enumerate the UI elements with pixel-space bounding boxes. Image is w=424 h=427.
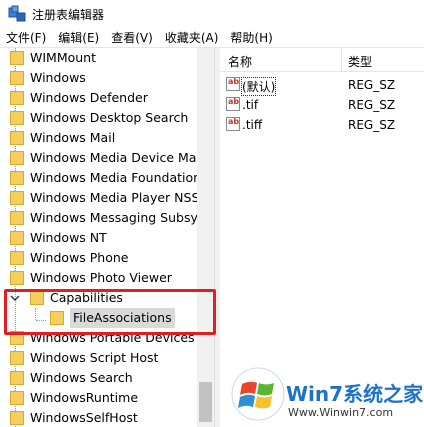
value-type: REG_SZ [348,118,396,132]
window-title: 注册表编辑器 [32,7,105,22]
tree-item[interactable]: Windows Phone [10,248,197,268]
tree-item-label: WIMMount [30,50,97,65]
string-value-icon: ab [226,97,240,111]
tree-scrollbar[interactable] [197,48,214,427]
tree-item[interactable]: WindowsRuntime [10,388,197,408]
tree-item-label: WindowsSelfHost [30,410,138,425]
tree-item-label: Windows Script Host [30,350,159,365]
tree-item[interactable]: Windows Photo Viewer [10,268,197,288]
tree-item[interactable]: Windows Media Foundation [10,168,197,188]
column-header-type[interactable]: 类型 [348,53,372,70]
folder-icon [10,251,24,265]
tree-item-label: Windows Defender [30,90,148,105]
tree-item-label: Windows Media Player NSS [30,190,197,205]
tree-item[interactable]: Windows Script Host [10,348,197,368]
tree-item[interactable]: Windows Media Player NSS [10,188,197,208]
string-value-icon-text: ab [228,77,240,86]
string-value-icon-text: ab [228,97,240,106]
watermark: Win7系统之家 Www.Winwin7.com [226,358,424,427]
watermark-brand: Win7系统之家 [286,382,424,406]
list-item[interactable]: ab .tif REG_SZ [220,95,424,115]
menu-help[interactable]: 帮助(H) [224,29,278,46]
string-value-icon-text: ab [228,117,240,126]
highlight-annotation [4,289,216,335]
tree-item-label: Windows Mail [30,130,116,145]
registry-tree: WIMMount Windows Windows Defender Windows D… [0,48,197,427]
tree-item-label: Windows Search [30,370,133,385]
tree-item[interactable]: Windows Mail [10,128,197,148]
folder-icon [10,171,24,185]
menu-bar: 文件(F) 编辑(E) 查看(V) 收藏夹(A) 帮助(H) [0,28,424,48]
folder-icon [10,51,24,65]
title-bar: 注册表编辑器 [0,0,424,28]
list-item[interactable]: ab (默认) REG_SZ [220,75,424,96]
tree-item-label: Windows Media Device Mana [30,150,197,165]
watermark-url: Www.Winwin7.com [288,406,394,419]
folder-icon [10,131,24,145]
tree-item-label: Windows Messaging Subsyst [30,210,197,225]
value-type: REG_SZ [348,98,396,112]
tree-item-label: Windows Desktop Search [30,110,189,125]
string-value-icon: ab [226,117,240,131]
folder-icon [10,271,24,285]
folder-icon [10,91,24,105]
value-name: .tif [242,98,259,112]
value-name: (默认) [240,77,277,96]
tree-item[interactable]: Windows Media Device Mana [10,148,197,168]
folder-icon [10,71,24,85]
folder-icon [10,151,24,165]
tree-item-label: Windows [30,70,86,85]
tree-item[interactable]: Windows [10,68,197,88]
tree-item[interactable]: WIMMount [10,48,197,68]
menu-favorites[interactable]: 收藏夹(A) [159,29,225,46]
tree-item-label: Windows Media Foundation [30,170,197,185]
column-header-name[interactable]: 名称 [228,53,252,70]
folder-icon [10,411,24,425]
folder-icon [10,351,24,365]
menu-view[interactable]: 查看(V) [105,29,159,46]
folder-icon [10,191,24,205]
registry-tree-pane[interactable]: WIMMount Windows Windows Defender Windows D… [0,48,214,427]
folder-icon [10,391,24,405]
tree-item-label: Windows Photo Viewer [30,270,172,285]
tree-item[interactable]: Windows Messaging Subsyst [10,208,197,228]
menu-edit[interactable]: 编辑(E) [52,29,105,46]
tree-item[interactable]: Windows Desktop Search [10,108,197,128]
tree-item[interactable]: Windows NT [10,228,197,248]
folder-icon [10,111,24,125]
value-name: .tiff [242,118,263,132]
folder-icon [10,371,24,385]
folder-icon [10,211,24,225]
folder-icon [10,231,24,245]
list-header: 名称 类型 [220,48,424,72]
list-item[interactable]: ab .tiff REG_SZ [220,115,424,135]
scroll-thumb[interactable] [199,382,212,422]
tree-item-label: Windows Phone [30,250,129,265]
registry-editor-icon [8,5,26,22]
windows-logo-icon [231,367,285,421]
tree-item[interactable]: WindowsSelfHost [10,408,197,427]
tree-item-label: Windows NT [30,230,107,245]
tree-item[interactable]: Windows Search [10,368,197,388]
column-divider[interactable] [341,48,342,71]
string-value-icon: ab [226,77,240,91]
value-type: REG_SZ [348,78,396,92]
tree-item-label: WindowsRuntime [30,390,139,405]
tree-item[interactable]: Windows Defender [10,88,197,108]
menu-file[interactable]: 文件(F) [0,29,52,46]
